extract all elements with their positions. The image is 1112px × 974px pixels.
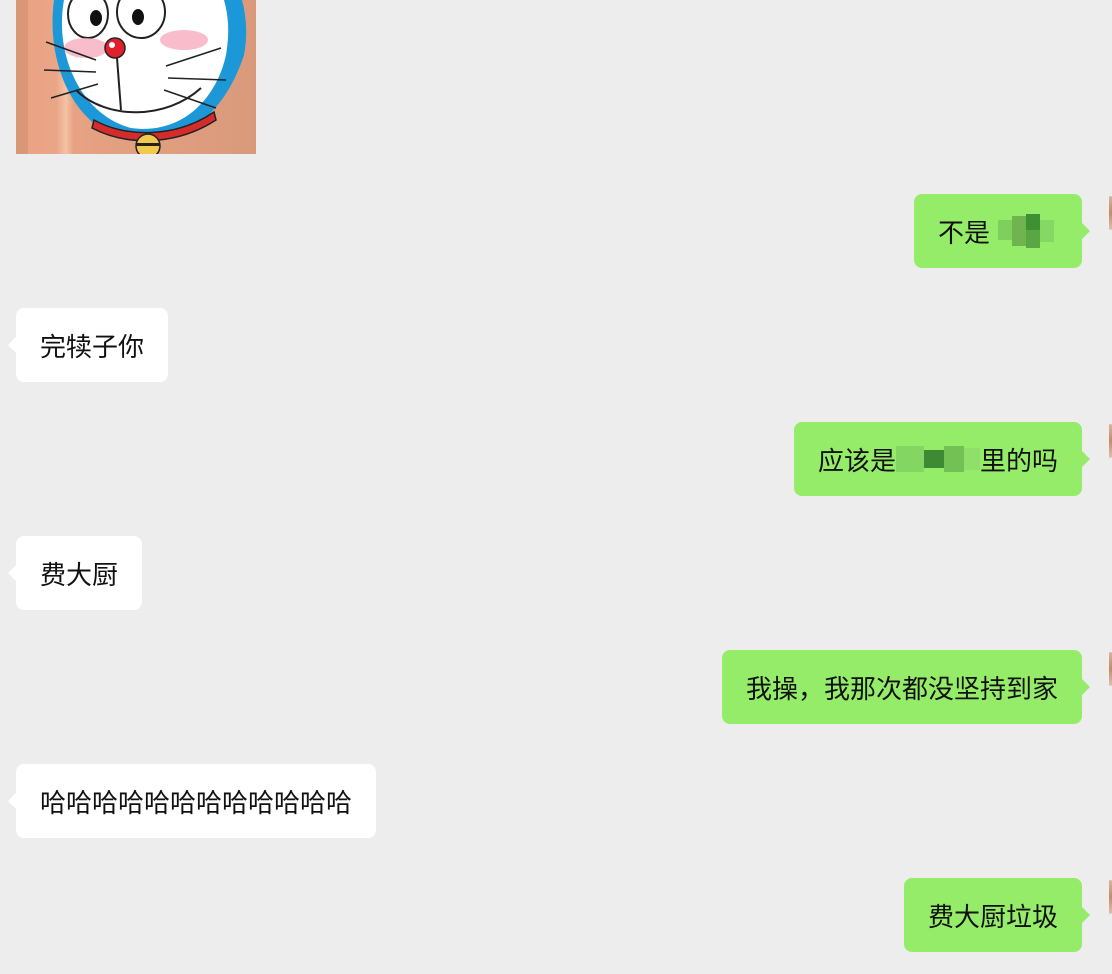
message-text: 费大厨 — [40, 560, 119, 591]
message-bubble-incoming[interactable]: 哈哈哈哈哈哈哈哈哈哈哈哈 — [7, 764, 377, 838]
message-text: 里的吗 — [979, 446, 1058, 477]
message-bubble-outgoing[interactable]: 费大厨垃圾 — [903, 878, 1091, 952]
message-text: 不是 — [937, 218, 990, 249]
message-bubble-incoming[interactable]: 完犊子你 — [7, 308, 169, 382]
blurred-text-redaction — [895, 442, 980, 476]
message-bubble-outgoing[interactable]: 我操，我那次都没坚持到家 — [721, 650, 1091, 724]
doraemon-face-icon — [16, 0, 247, 154]
message-text: 应该是 — [817, 446, 896, 477]
message-text: 我操，我那次都没坚持到家 — [745, 674, 1058, 705]
message-bubble-incoming[interactable]: 费大厨 — [7, 536, 143, 610]
message-text: 费大厨垃圾 — [927, 902, 1058, 933]
doraemon-sticker-image[interactable] — [16, 0, 256, 154]
message-bubble-outgoing[interactable]: 应该是 里的吗 — [793, 422, 1091, 496]
message-text: 哈哈哈哈哈哈哈哈哈哈哈哈 — [40, 788, 353, 819]
blurred-text-redaction — [990, 214, 1058, 248]
message-text: 完犊子你 — [40, 332, 145, 363]
message-bubble-outgoing[interactable]: 不是 — [913, 194, 1091, 268]
